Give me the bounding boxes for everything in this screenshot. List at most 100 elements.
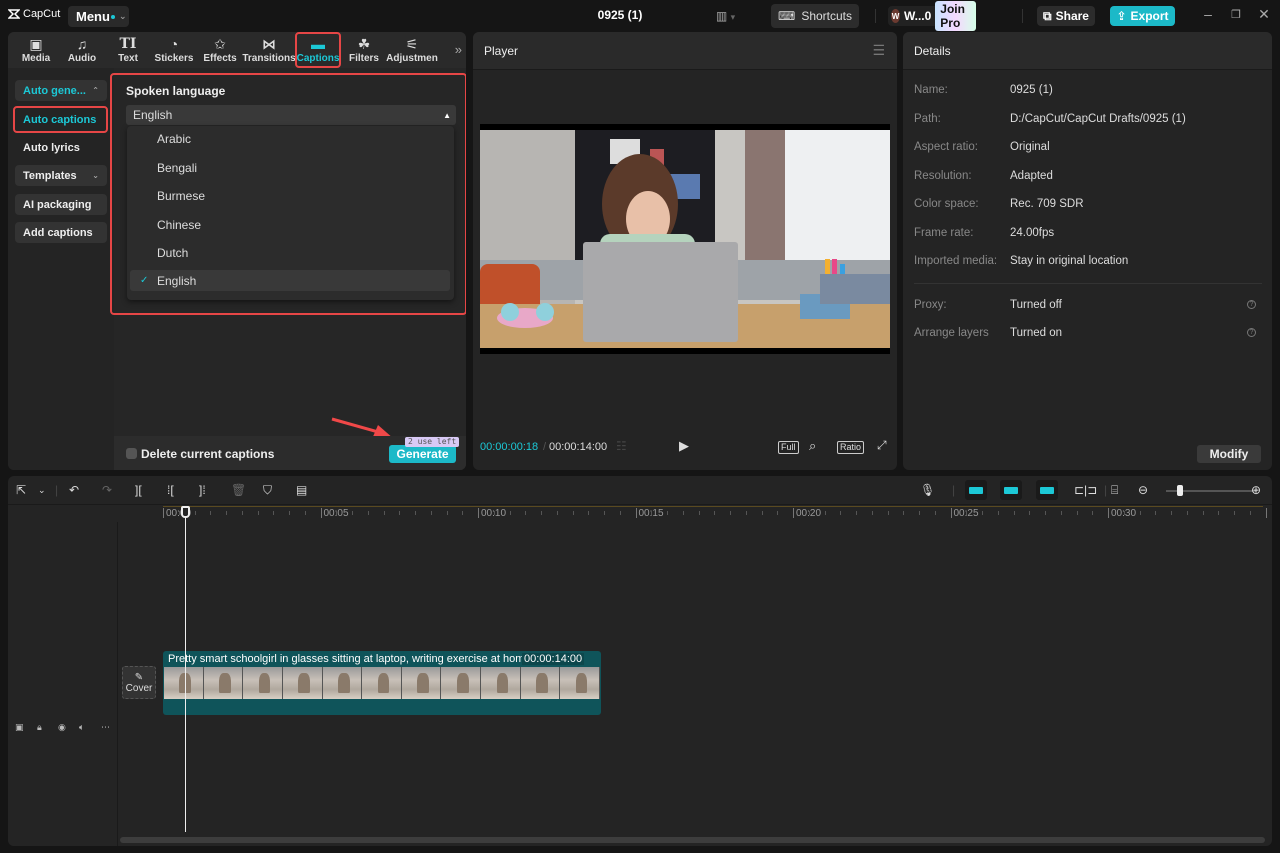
zoom-fit-icon[interactable]: ⌸ — [1111, 483, 1118, 498]
detail-value: Rec. 709 SDR — [1010, 198, 1084, 210]
detail-value: Turned off — [1010, 299, 1062, 311]
undo-icon[interactable]: ↶ — [69, 483, 79, 497]
magnet-icon — [969, 486, 983, 494]
share-button[interactable]: ⧉ Share — [1037, 6, 1095, 26]
tab-audio[interactable]: ♫ Audio — [59, 32, 105, 68]
caption-edit-icon[interactable]: ▤ — [296, 483, 307, 497]
thumbnail — [322, 667, 363, 699]
split-left-icon[interactable]: ⁞[ — [167, 483, 174, 497]
ruler-minor-tick — [903, 511, 905, 515]
help-icon[interactable]: ? — [1247, 328, 1256, 337]
avatar: W — [891, 9, 900, 23]
timeline-ruler[interactable]: 00:0000:0500:1000:1500:2000:2500:30 — [8, 506, 1272, 522]
minimize-icon[interactable]: – — [1200, 6, 1216, 22]
user-account[interactable]: W W...0 Join Pro — [888, 1, 976, 31]
tab-media[interactable]: ▣ Media — [13, 32, 59, 68]
language-option-dutch[interactable]: Dutch — [130, 242, 450, 263]
sidebar-item-auto-lyrics[interactable]: Auto lyrics — [15, 137, 107, 158]
tab-filters[interactable]: ☘ Filters — [341, 32, 387, 68]
redo-icon[interactable]: ↷ — [102, 483, 112, 497]
help-icon[interactable]: ? — [1247, 300, 1256, 309]
time-separator: / — [543, 441, 547, 453]
full-button[interactable]: Full — [778, 441, 799, 454]
zoom-preview-icon[interactable]: ⌕ — [809, 438, 816, 454]
cover-button[interactable]: ✎ Cover — [122, 666, 156, 699]
playhead-handle[interactable] — [181, 506, 190, 518]
close-icon[interactable]: ✕ — [1256, 6, 1272, 23]
play-icon[interactable]: ▶ — [679, 438, 689, 454]
sidebar-item-ai-packaging[interactable]: AI packaging — [15, 194, 107, 215]
export-icon: ⇪ — [1116, 9, 1127, 23]
preview-axis-icon[interactable]: ⊏|⊐ — [1074, 483, 1097, 497]
ruler-major-tick — [320, 508, 322, 518]
sidebar-item-templates[interactable]: Templates ⌄ — [15, 165, 107, 186]
horizontal-scrollbar[interactable] — [120, 837, 1265, 843]
cover-label: Cover — [125, 682, 153, 694]
tab-stickers[interactable]: ◔ Stickers — [151, 32, 197, 68]
sidebar-item-label: AI packaging — [23, 198, 92, 211]
zoom-out-icon[interactable]: ⊖ — [1138, 483, 1148, 497]
generate-button[interactable]: Generate — [389, 445, 456, 463]
user-name: W...0 — [903, 9, 932, 23]
zoom-in-icon[interactable]: ⊕ — [1251, 483, 1261, 497]
join-pro-button[interactable]: Join Pro — [935, 1, 976, 31]
tab-transitions[interactable]: ⋈ Transitions — [242, 32, 295, 68]
split-right-icon[interactable]: ]⁞ — [199, 483, 206, 497]
main-track-magnet-button[interactable] — [965, 480, 987, 500]
tab-captions[interactable]: ▬ Captions — [295, 32, 341, 68]
delete-captions-checkbox[interactable] — [126, 448, 137, 459]
visibility-icon[interactable]: ◉ — [58, 722, 66, 733]
tab-effects[interactable]: ✩ Effects — [197, 32, 243, 68]
video-preview[interactable] — [480, 124, 890, 354]
restore-icon[interactable]: ❐ — [1228, 8, 1244, 21]
tab-label: Stickers — [154, 52, 194, 64]
export-button[interactable]: ⇪ Export — [1110, 6, 1175, 26]
chevron-down-icon[interactable]: ⌄ — [38, 485, 46, 496]
option-label: Chinese — [157, 217, 202, 232]
auto-snapping-button[interactable] — [1000, 480, 1022, 500]
thumbnail — [401, 667, 442, 699]
video-clip[interactable]: Pretty smart schoolgirl in glasses sitti… — [163, 651, 601, 715]
more-options-icon[interactable]: ⋯ — [101, 722, 110, 733]
language-option-bengali[interactable]: Bengali — [130, 157, 450, 178]
media-icon: ▣ — [29, 35, 43, 52]
spoken-language-select[interactable]: English ▲ — [126, 105, 456, 125]
lock-icon[interactable]: 🔒︎ — [37, 722, 42, 733]
language-option-burmese[interactable]: Burmese — [130, 185, 450, 206]
tab-adjustment[interactable]: ⚟ Adjustmen — [386, 32, 438, 68]
modify-button[interactable]: Modify — [1197, 445, 1261, 463]
layout-icon[interactable]: ▥ ▾ — [716, 9, 735, 23]
playhead[interactable] — [185, 507, 186, 832]
ruler-minor-tick — [619, 511, 621, 515]
delete-icon[interactable]: 🗑 — [231, 483, 246, 497]
tab-text[interactable]: TI Text — [105, 32, 151, 68]
audio-icon: ♫ — [76, 35, 88, 52]
language-option-arabic[interactable]: Arabic — [130, 128, 450, 149]
ratio-button[interactable]: Ratio — [837, 441, 865, 454]
marker-icon[interactable]: ⛉ — [263, 483, 272, 498]
ruler-minor-tick — [651, 511, 653, 515]
fullscreen-icon[interactable]: ⤢ — [877, 438, 887, 453]
ruler-minor-tick — [761, 511, 763, 515]
chevron-up-icon: ⌃ — [92, 86, 99, 95]
shortcuts-button[interactable]: ⌨ Shortcuts — [771, 4, 859, 28]
language-option-english[interactable]: ✓ English — [130, 270, 450, 291]
ruler-minor-tick — [1234, 511, 1235, 515]
menu-button[interactable]: Menu ⌄ — [68, 6, 129, 27]
sidebar-item-auto-generate[interactable]: Auto gene... ⌃ — [15, 80, 107, 101]
zoom-slider-handle[interactable] — [1176, 485, 1183, 496]
sidebar-item-add-captions[interactable]: Add captions — [15, 222, 107, 243]
select-tool-icon[interactable]: ⇱ — [16, 483, 26, 497]
hamburger-menu-icon[interactable]: ☰ — [872, 42, 885, 59]
detail-key: Imported media: — [914, 255, 998, 267]
volume-icon[interactable]: 🔈︎ — [79, 722, 84, 733]
thumbnail — [362, 667, 402, 699]
sidebar-item-auto-captions[interactable]: Auto captions — [13, 106, 108, 133]
microphone-icon[interactable]: 🎙 — [920, 483, 935, 497]
option-label: Bengali — [157, 160, 198, 175]
ruler-minor-tick — [273, 511, 275, 515]
linkage-button[interactable] — [1036, 480, 1058, 500]
split-icon[interactable]: ][ — [135, 483, 142, 497]
language-option-chinese[interactable]: Chinese — [130, 214, 450, 235]
more-tabs-icon[interactable]: » — [455, 42, 462, 57]
